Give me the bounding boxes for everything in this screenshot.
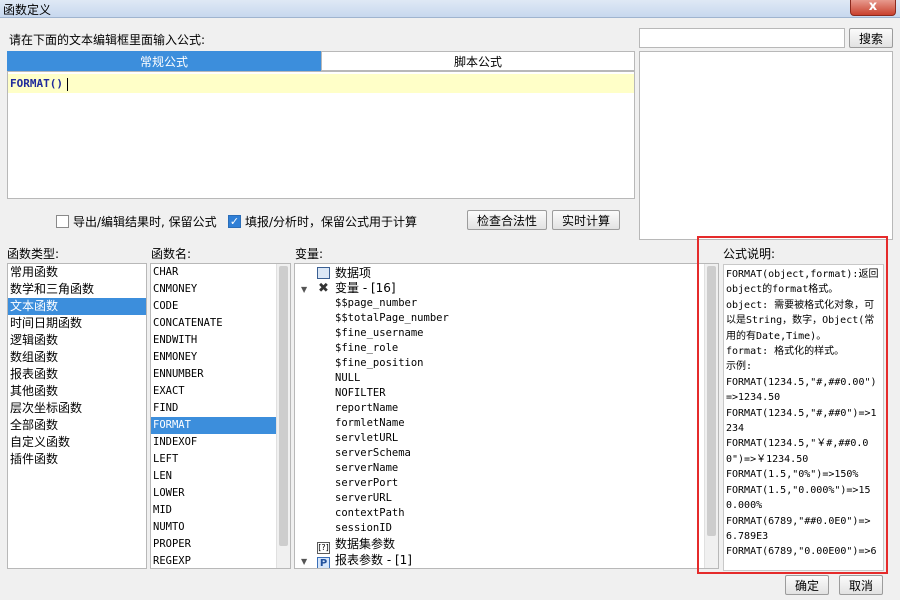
function-name-item[interactable]: ENMONEY [151,349,276,366]
window-title: 函数定义 [3,3,52,17]
function-name-item[interactable]: EXACT [151,383,276,400]
collapse-report-params-icon[interactable]: ▼ [301,557,307,566]
variables-tree[interactable]: 数据项 ▼ ✖ 变量 - [16] $$page_number $$totalPag… [294,263,719,569]
variable-item[interactable]: sessionID [335,521,392,536]
function-name-item[interactable]: ENDWITH [151,332,276,349]
function-type-item[interactable]: 常用函数 [8,264,146,281]
keep-formula-fill-label: 填报/分析时，保留公式用于计算 [245,215,418,229]
parameter-icon: P [317,557,330,568]
tree-item-report-params[interactable]: P 报表参数 - [1] [317,553,412,568]
function-types-list[interactable]: 常用函数 数学和三角函数 文本函数 时间日期函数 逻辑函数 数组函数 报表函数 其他函数 层次坐… [7,263,147,569]
function-name-item[interactable]: LOWER [151,485,276,502]
function-type-item[interactable]: 数学和三角函数 [8,281,146,298]
tab-script-formula[interactable]: 脚本公式 [321,51,635,71]
function-name-item[interactable]: CODE [151,298,276,315]
variable-item[interactable]: serverSchema [335,446,411,461]
function-name-item[interactable]: FIND [151,400,276,417]
variable-item[interactable]: $fine_username [335,326,424,341]
editor-prompt: 请在下面的文本编辑框里面输入公式: [9,33,206,47]
variable-item[interactable]: $fine_position [335,356,424,371]
variable-item[interactable]: NULL [335,371,360,386]
function-name-item[interactable]: CNMONEY [151,281,276,298]
keep-formula-export-checkbox[interactable] [56,215,69,228]
variable-item[interactable]: NOFILTER [335,386,386,401]
variable-item[interactable]: servletURL [335,431,398,446]
function-names-label: 函数名: [151,247,192,261]
function-name-item[interactable]: PROPER [151,536,276,553]
variable-icon: ✖ [318,281,329,296]
function-type-item[interactable]: 自定义函数 [8,434,146,451]
variable-item[interactable]: $$page_number [335,296,417,311]
function-type-item[interactable]: 层次坐标函数 [8,400,146,417]
tree-item-data-items[interactable]: 数据项 [317,266,371,281]
function-type-item[interactable]: 其他函数 [8,383,146,400]
function-type-item[interactable]: 逻辑函数 [8,332,146,349]
function-names-list[interactable]: CHAR CNMONEY CODE CONCATENATE ENDWITH ENMONEY… [150,263,291,569]
variable-item[interactable]: serverName [335,461,398,476]
search-input[interactable] [639,28,845,48]
function-names-scrollbar[interactable] [276,264,290,568]
function-type-item[interactable]: 报表函数 [8,366,146,383]
function-name-item[interactable]: ENNUMBER [151,366,276,383]
function-name-item[interactable]: LEFT [151,451,276,468]
search-button[interactable]: 搜索 [849,28,893,48]
formula-description: FORMAT(object,format):返回object的format格式。… [723,264,884,571]
ok-button[interactable]: 确定 [785,575,829,595]
formula-tabs: 常规公式 脚本公式 [7,51,635,71]
check-validity-button[interactable]: 检查合法性 [467,210,547,230]
function-name-item[interactable]: NUMTO [151,519,276,536]
function-name-item[interactable]: CONCATENATE [151,315,276,332]
variable-item[interactable]: serverPort [335,476,398,491]
cancel-button[interactable]: 取消 [839,575,883,595]
tab-normal-formula[interactable]: 常规公式 [7,51,321,71]
function-type-item[interactable]: 时间日期函数 [8,315,146,332]
function-name-item[interactable]: CHAR [151,264,276,281]
realtime-calc-button[interactable]: 实时计算 [552,210,620,230]
tree-item-dataset-params[interactable]: [?] 数据集参数 [317,537,395,554]
editor-current-line: FORMAT() [8,74,634,93]
description-label: 公式说明: [723,247,776,261]
formula-text[interactable]: FORMAT() [10,77,63,90]
function-type-item[interactable]: 数组函数 [8,349,146,366]
function-name-item[interactable]: MID [151,502,276,519]
table-icon [317,267,330,279]
function-name-item[interactable]: LEN [151,468,276,485]
keep-formula-fill-checkbox[interactable]: ✓ [228,215,241,228]
function-type-item[interactable]: 文本函数 [8,298,146,315]
title-bar: 函数定义 x [0,0,900,18]
collapse-variables-icon[interactable]: ▼ [301,285,307,294]
keep-formula-export-label: 导出/编辑结果时, 保留公式 [73,215,217,229]
close-button[interactable]: x [850,0,896,16]
search-results-pane[interactable] [639,51,893,240]
variable-item[interactable]: formletName [335,416,405,431]
variable-item[interactable]: contextPath [335,506,405,521]
function-names-scroll-thumb[interactable] [279,266,288,546]
tree-item-variables[interactable]: ✖ 变量 - [16] [317,281,396,296]
function-types-label: 函数类型: [7,247,60,261]
variable-item[interactable]: reportName [335,401,398,416]
variables-label: 变量: [295,247,324,261]
text-cursor [66,77,68,91]
formula-editor[interactable]: FORMAT() [7,71,635,199]
function-type-item[interactable]: 全部函数 [8,417,146,434]
function-name-item[interactable]: REGEXP [151,553,276,568]
variable-item[interactable]: $fine_role [335,341,398,356]
function-name-item[interactable]: INDEXOF [151,434,276,451]
function-type-item[interactable]: 插件函数 [8,451,146,468]
variable-item[interactable]: serverURL [335,491,392,506]
variable-item[interactable]: $$totalPage_number [335,311,449,326]
description-text: FORMAT(object,format):返回object的format格式。… [726,269,879,558]
function-name-item[interactable]: FORMAT [151,417,276,434]
